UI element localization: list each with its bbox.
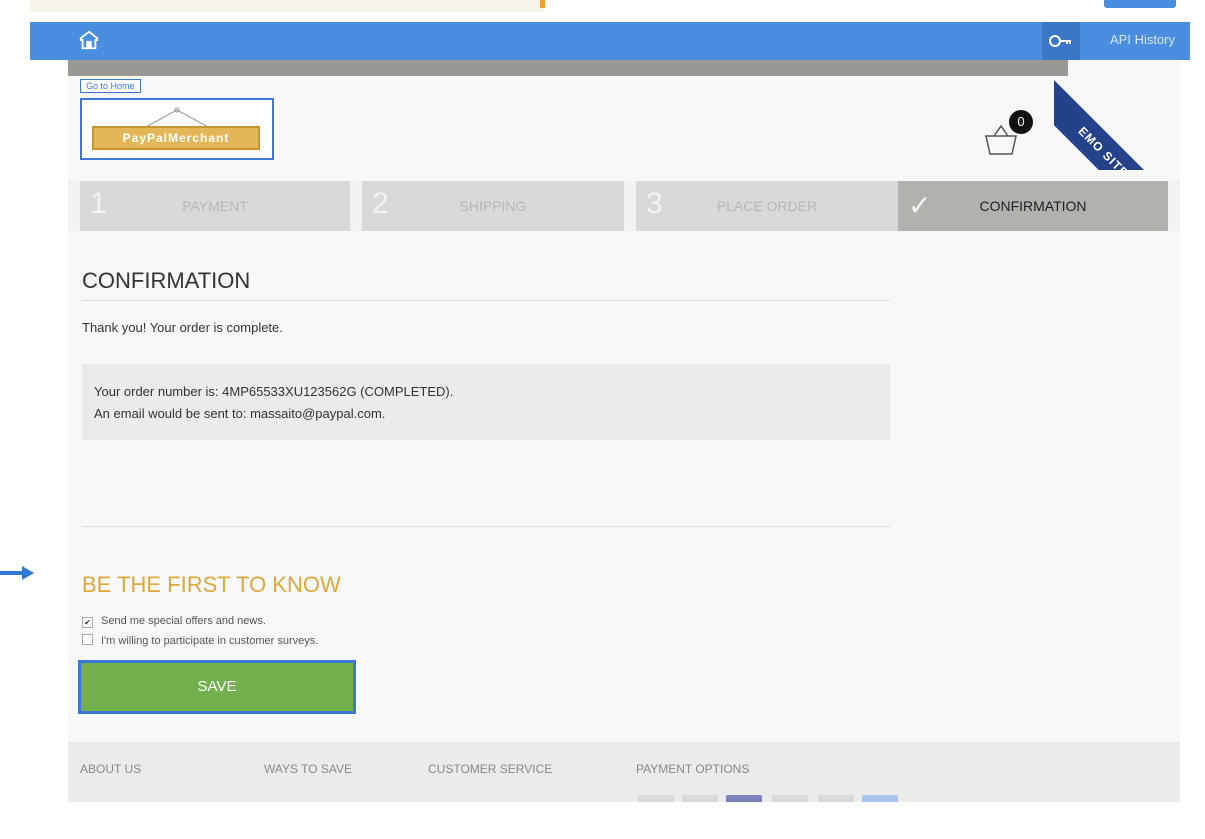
step-label: PLACE ORDER <box>716 198 818 214</box>
merchant-logo[interactable]: PayPalMerchant <box>80 98 274 160</box>
surveys-checkbox[interactable] <box>82 634 93 645</box>
step-label: SHIPPING <box>459 198 527 214</box>
checkout-steps: 1 PAYMENT 2 SHIPPING 3 PLACE ORDER ✓ CON… <box>68 181 1180 231</box>
surveys-label: I'm willing to participate in customer s… <box>101 635 319 647</box>
email-sent-text: An email would be sent to: massaito@payp… <box>94 406 386 421</box>
home-icon[interactable] <box>78 29 100 51</box>
logo-brand-text: PayPalMerchant <box>92 126 260 150</box>
order-details-box: Your order number is: 4MP65533XU123562G … <box>82 364 890 440</box>
step-confirmation: ✓ CONFIRMATION <box>898 181 1168 231</box>
step-label: PAYMENT <box>182 198 248 214</box>
key-icon <box>1049 35 1071 47</box>
payment-card-icon <box>638 795 674 802</box>
header-strip <box>68 60 1068 76</box>
newsletter-title: BE THE FIRST TO KNOW <box>82 572 341 597</box>
api-bar: API History <box>30 22 1190 60</box>
arrow-right-icon <box>0 566 34 580</box>
top-banner <box>30 0 545 12</box>
save-button[interactable]: SAVE <box>78 660 356 714</box>
banner-orange-mark <box>540 0 545 8</box>
demo-ribbon-label: EMO SITE <box>1054 70 1180 170</box>
footer-about-us[interactable]: ABOUT US <box>80 762 141 776</box>
surveys-option: I'm willing to participate in customer s… <box>82 634 318 647</box>
offers-checkbox[interactable]: ✔ <box>82 617 93 628</box>
footer-ways-to-save[interactable]: WAYS TO SAVE <box>264 762 352 776</box>
footer: ABOUT US WAYS TO SAVE CUSTOMER SERVICE P… <box>68 742 1180 802</box>
step-divider <box>624 181 636 231</box>
step-divider <box>1168 181 1180 231</box>
step-label: CONFIRMATION <box>979 198 1087 214</box>
go-to-home-link[interactable]: Go to Home <box>80 79 141 93</box>
mastercard-icon <box>726 795 762 802</box>
top-right-button[interactable] <box>1104 0 1176 8</box>
step-shipping: 2 SHIPPING <box>362 181 624 231</box>
divider <box>82 300 890 301</box>
order-number-text: Your order number is: 4MP65533XU123562G … <box>94 384 454 399</box>
step-divider <box>350 181 362 231</box>
offers-option: ✔ Send me special offers and news. <box>82 615 266 628</box>
page-title: CONFIRMATION <box>82 268 251 293</box>
api-history-link[interactable]: API History <box>1110 32 1175 47</box>
payment-card-icon <box>772 795 808 802</box>
demo-ribbon: EMO SITE <box>1054 60 1180 170</box>
offers-label: Send me special offers and news. <box>101 615 266 627</box>
step-place-order: 3 PLACE ORDER <box>636 181 898 231</box>
amex-icon <box>862 795 898 802</box>
thank-you-message: Thank you! Your order is complete. <box>82 320 283 335</box>
payment-card-icon <box>818 795 854 802</box>
credentials-button[interactable] <box>1042 22 1080 60</box>
page: EMO SITE Go to Home PayPalMerchant 0 1 P… <box>68 60 1180 802</box>
footer-payment-options: PAYMENT OPTIONS <box>636 762 750 776</box>
footer-customer-service[interactable]: CUSTOMER SERVICE <box>428 762 552 776</box>
divider <box>82 526 890 527</box>
step-divider <box>68 181 80 231</box>
payment-card-icon <box>682 795 718 802</box>
cart-count-badge: 0 <box>1009 110 1033 134</box>
step-payment: 1 PAYMENT <box>80 181 350 231</box>
